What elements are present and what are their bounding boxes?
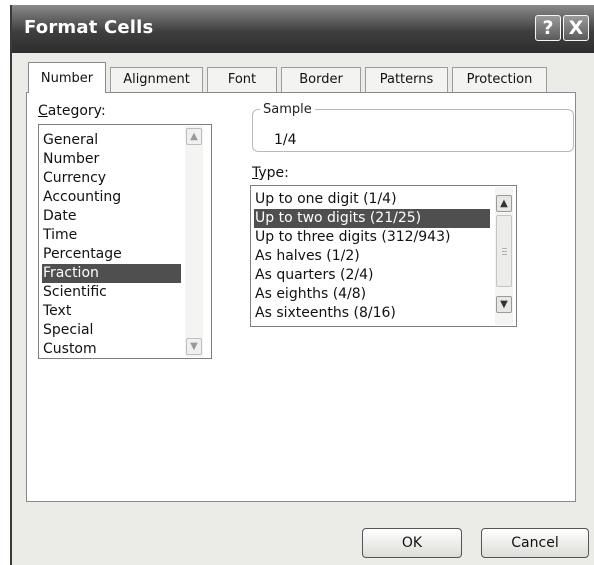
category-item-number[interactable]: Number xyxy=(42,150,181,169)
scroll-down-icon[interactable]: ▼ xyxy=(186,338,202,355)
sample-value: 1/4 xyxy=(274,132,297,148)
dialog-title: Format Cells xyxy=(24,17,154,38)
type-item-two-digits[interactable]: Up to two digits (21/25) xyxy=(254,209,490,228)
category-item-general[interactable]: General xyxy=(42,131,181,150)
type-listbox[interactable]: Up to one digit (1/4) Up to two digits (… xyxy=(250,185,517,327)
category-item-scientific[interactable]: Scientific xyxy=(42,283,181,302)
scroll-up-icon[interactable]: ▲ xyxy=(496,195,512,212)
category-item-fraction[interactable]: Fraction xyxy=(42,264,181,283)
tab-number[interactable]: Number xyxy=(28,62,106,93)
close-icon: X xyxy=(568,17,584,39)
category-item-date[interactable]: Date xyxy=(42,207,181,226)
grip-line xyxy=(502,254,507,255)
category-label: Category: xyxy=(38,103,106,119)
tab-patterns[interactable]: Patterns xyxy=(365,67,448,92)
grip-line xyxy=(502,248,507,249)
category-item-time[interactable]: Time xyxy=(42,226,181,245)
tab-protection[interactable]: Protection xyxy=(452,67,547,92)
category-item-accounting[interactable]: Accounting xyxy=(42,188,181,207)
category-item-custom[interactable]: Custom xyxy=(42,340,181,358)
tab-border[interactable]: Border xyxy=(281,67,361,92)
ok-button[interactable]: OK xyxy=(362,528,462,558)
type-item-three-digits[interactable]: Up to three digits (312/943) xyxy=(254,228,490,247)
help-icon: ? xyxy=(542,17,554,39)
grip-line xyxy=(502,251,507,252)
title-bar[interactable]: Format Cells ? X xyxy=(12,5,594,53)
scroll-thumb[interactable] xyxy=(496,215,512,287)
category-listbox[interactable]: General Number Currency Accounting Date … xyxy=(38,124,212,359)
category-item-text[interactable]: Text xyxy=(42,302,181,321)
category-item-percentage[interactable]: Percentage xyxy=(42,245,181,264)
sample-legend: Sample xyxy=(260,102,315,117)
tab-font[interactable]: Font xyxy=(207,67,277,92)
type-item-halves[interactable]: As halves (1/2) xyxy=(254,247,490,266)
category-scrollbar[interactable]: ▲ ▼ xyxy=(185,126,203,357)
cancel-button[interactable]: Cancel xyxy=(481,528,589,558)
category-item-currency[interactable]: Currency xyxy=(42,169,181,188)
tab-alignment[interactable]: Alignment xyxy=(110,67,203,92)
type-item-quarters[interactable]: As quarters (2/4) xyxy=(254,266,490,285)
type-label: Type: xyxy=(252,165,289,181)
type-item-one-digit[interactable]: Up to one digit (1/4) xyxy=(254,190,490,209)
help-button[interactable]: ? xyxy=(535,15,561,41)
scroll-up-icon[interactable]: ▲ xyxy=(186,128,202,145)
format-cells-dialog: Format Cells ? X Number Alignment Font B… xyxy=(10,5,594,565)
scroll-down-icon[interactable]: ▼ xyxy=(496,296,512,313)
close-button[interactable]: X xyxy=(563,15,589,41)
type-item-eighths[interactable]: As eighths (4/8) xyxy=(254,285,490,304)
category-item-special[interactable]: Special xyxy=(42,321,181,340)
type-scrollbar[interactable]: ▲ ▼ xyxy=(495,187,513,325)
type-item-sixteenths[interactable]: As sixteenths (8/16) xyxy=(254,304,490,323)
